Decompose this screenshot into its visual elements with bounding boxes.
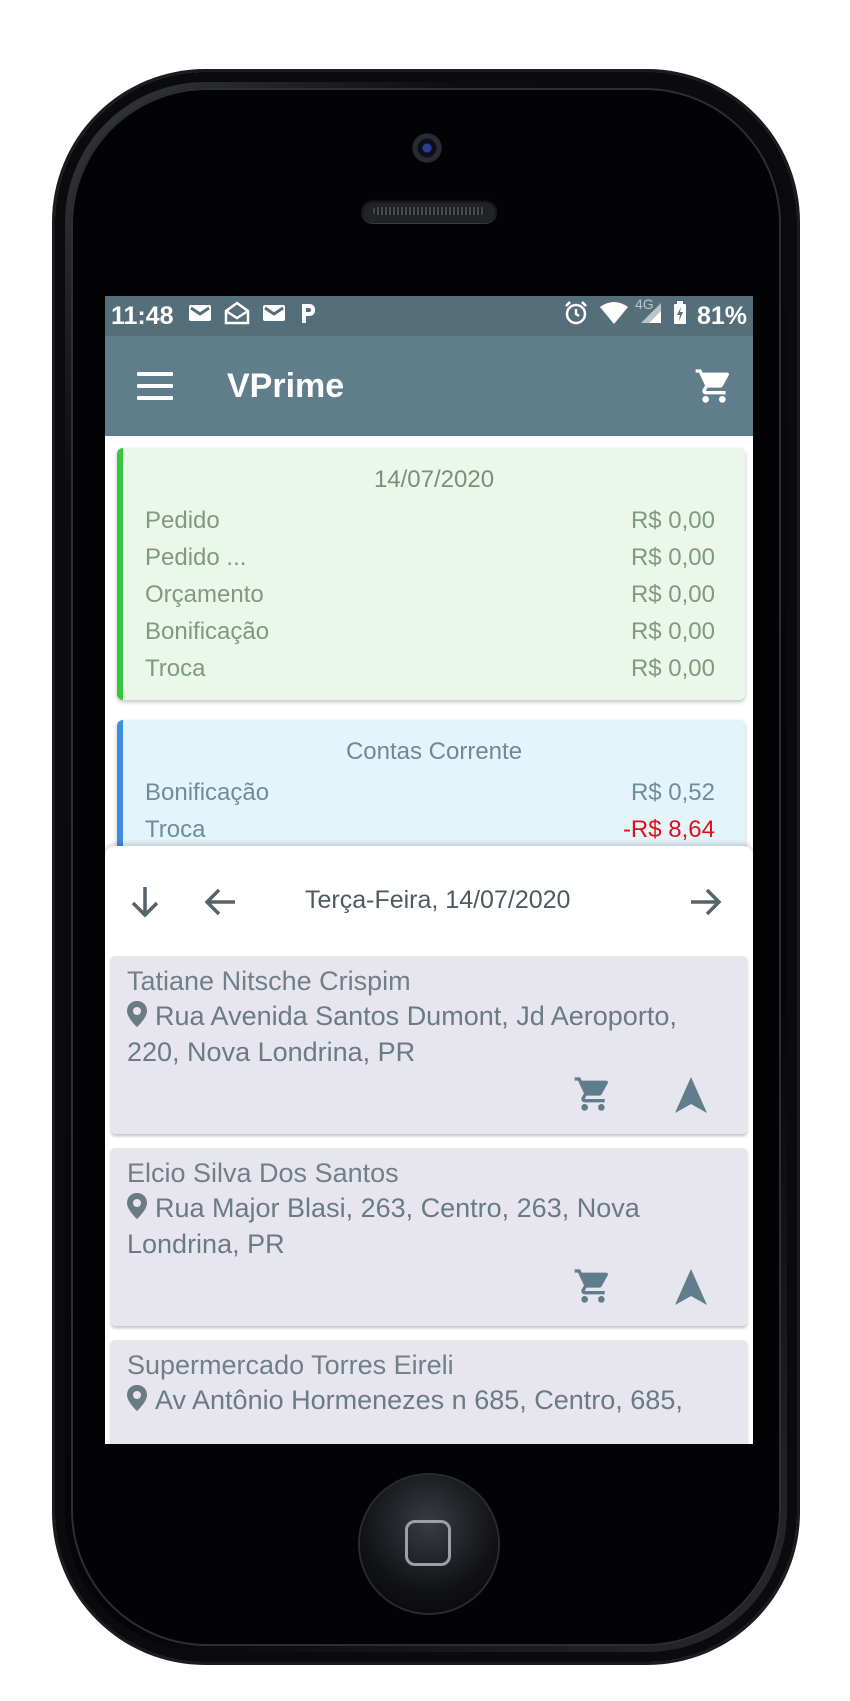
route-bottom-sheet: Terça-Feira, 14/07/2020 Tatiane Nitsche … — [105, 846, 753, 1444]
client-address: Rua Major Blasi, 263, Centro, 263, Nova … — [127, 1191, 731, 1261]
client-address: Rua Avenida Santos Dumont, Jd Aeroporto,… — [127, 999, 731, 1069]
summary-row: Pedido ... R$ 0,00 — [123, 539, 745, 576]
summary-row-value: R$ 0,00 — [630, 580, 715, 608]
client-card[interactable]: Tatiane Nitsche Crispim Rua Avenida Sant… — [111, 956, 747, 1134]
client-address-text: Rua Major Blasi, 263, Centro, 263, Nova … — [127, 1193, 640, 1259]
accounts-row-label: Troca — [145, 815, 206, 843]
wifi-icon — [599, 301, 629, 331]
email-open-icon — [224, 301, 250, 331]
navigation-arrow-icon[interactable] — [673, 1076, 709, 1114]
accounts-row-label: Bonificação — [145, 778, 270, 806]
cart-icon[interactable] — [573, 1266, 613, 1306]
client-card[interactable]: Supermercado Torres Eireli Av Antônio Ho… — [111, 1340, 747, 1444]
client-name: Elcio Silva Dos Santos — [127, 1158, 399, 1188]
summary-row-label: Bonificação — [145, 617, 270, 645]
summary-row-label: Orçamento — [145, 580, 264, 608]
summary-date: 14/07/2020 — [373, 466, 495, 493]
battery-percent: 81% — [696, 301, 747, 330]
current-date-label: Terça-Feira, 14/07/2020 — [305, 886, 571, 914]
cart-icon[interactable] — [573, 1074, 613, 1114]
summary-row-value: R$ 0,00 — [630, 506, 715, 534]
summary-area: 14/07/2020 Pedido R$ 0,00 Pedido ... R$ 0,… — [105, 436, 753, 870]
signal-icon: 4G — [635, 296, 663, 330]
location-pin-icon — [127, 1193, 147, 1227]
home-button[interactable] — [360, 1475, 498, 1613]
paypal-icon — [298, 301, 318, 331]
home-square-icon — [405, 1520, 451, 1566]
gmail-icon — [262, 303, 286, 329]
battery-icon — [673, 301, 687, 331]
accounts-title: Contas Corrente — [345, 738, 523, 765]
accounts-row: Troca -R$ 8,64 — [123, 811, 745, 848]
app-title: VPrime — [227, 366, 345, 405]
front-camera — [412, 133, 442, 163]
client-name: Tatiane Nitsche Crispim — [127, 966, 411, 996]
summary-row-value: R$ 0,00 — [630, 617, 715, 645]
hamburger-menu-icon[interactable] — [137, 372, 173, 400]
client-address-text: Rua Avenida Santos Dumont, Jd Aeroporto,… — [127, 1001, 677, 1067]
summary-row: Pedido R$ 0,00 — [123, 502, 745, 539]
arrow-down-icon[interactable] — [125, 882, 165, 922]
summary-row: Troca R$ 0,00 — [123, 650, 745, 687]
summary-row: Orçamento R$ 0,00 — [123, 576, 745, 613]
navigation-arrow-icon[interactable] — [673, 1268, 709, 1306]
client-card[interactable]: Elcio Silva Dos Santos Rua Major Blasi, … — [111, 1148, 747, 1326]
summary-row-label: Pedido ... — [145, 543, 247, 571]
status-bar: 11:48 4G 81% — [105, 296, 753, 336]
summary-row: Bonificação R$ 0,00 — [123, 613, 745, 650]
network-type: 4G — [634, 296, 654, 312]
earpiece-speaker — [361, 199, 497, 223]
client-name: Supermercado Torres Eireli — [127, 1350, 454, 1380]
daily-summary-card[interactable]: 14/07/2020 Pedido R$ 0,00 Pedido ... R$ 0,… — [117, 448, 745, 700]
accounts-row-value-negative: -R$ 8,64 — [622, 815, 715, 843]
app-bar: VPrime — [105, 336, 753, 436]
summary-row-label: Pedido — [145, 506, 220, 534]
accounts-row-value: R$ 0,52 — [630, 778, 715, 806]
status-right-group: 4G 81% — [563, 296, 747, 332]
gmail-icon — [188, 303, 212, 329]
cart-icon[interactable] — [693, 366, 735, 406]
location-pin-icon — [127, 1001, 147, 1035]
client-list: Tatiane Nitsche Crispim Rua Avenida Sant… — [105, 956, 753, 1444]
phone-screen: 11:48 4G 81% VPrime 14/07/2020 Pedido R$… — [105, 296, 753, 1444]
date-navigation-bar: Terça-Feira, 14/07/2020 — [105, 846, 753, 956]
summary-row-label: Troca — [145, 654, 206, 682]
status-time: 11:48 — [111, 301, 174, 330]
client-address: Av Antônio Hormenezes n 685, Centro, 685… — [127, 1383, 731, 1419]
accounts-row: Bonificação R$ 0,52 — [123, 774, 745, 811]
previous-day-arrow-icon[interactable] — [201, 882, 241, 922]
location-pin-icon — [127, 1385, 147, 1419]
summary-row-value: R$ 0,00 — [630, 654, 715, 682]
client-address-text: Av Antônio Hormenezes n 685, Centro, 685… — [155, 1385, 683, 1415]
summary-row-value: R$ 0,00 — [630, 543, 715, 571]
next-day-arrow-icon[interactable] — [685, 882, 725, 922]
alarm-icon — [563, 300, 589, 332]
